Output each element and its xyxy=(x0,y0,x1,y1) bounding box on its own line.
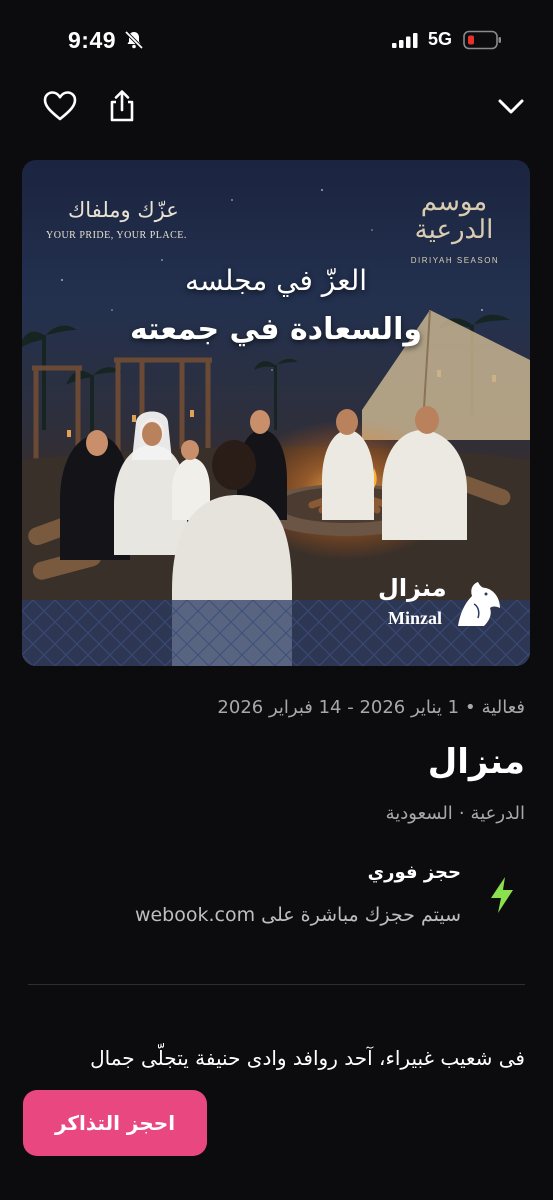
status-time: 9:49 xyxy=(68,27,117,53)
status-bar: 9:49 5G xyxy=(0,0,553,80)
bell-slash-icon xyxy=(124,30,144,50)
event-category: فعالية xyxy=(481,697,525,718)
brand-name-ar: منزال xyxy=(378,574,447,602)
hero-headline-1: العزّ في مجلسه xyxy=(184,264,368,297)
brand-name-en: Minzal xyxy=(388,608,442,628)
diriyah-season-logo-text: موسم الدرعية xyxy=(414,187,494,245)
share-icon xyxy=(110,90,134,122)
location-country: السعودية xyxy=(385,803,453,824)
share-button[interactable] xyxy=(100,84,144,128)
event-title: منزال xyxy=(427,742,525,782)
favorite-button[interactable] xyxy=(38,84,82,128)
lightning-bolt-icon xyxy=(491,877,513,913)
instant-booking-title: حجز فوري xyxy=(367,862,461,883)
event-dates: 1 يناير 2026 - 14 فبراير 2026 xyxy=(217,697,460,718)
signal-icon xyxy=(392,33,418,48)
event-description: فى شعيب غبيراء، آحد روافد وادى حنيفة يتج… xyxy=(90,1046,525,1070)
collapse-button[interactable] xyxy=(489,84,533,128)
heart-icon xyxy=(43,91,77,121)
book-tickets-button[interactable]: احجز التذاكر xyxy=(23,1090,207,1156)
hero-headline-2: والسعادة في جمعته xyxy=(129,312,423,347)
hero-tagline-en: YOUR PRIDE, YOUR PLACE. xyxy=(46,230,187,241)
location-area: الدرعية xyxy=(470,803,525,824)
horse-logo-icon xyxy=(458,582,500,626)
event-meta: فعالية•1 يناير 2026 - 14 فبراير 2026 xyxy=(217,697,525,718)
battery-icon xyxy=(463,30,501,50)
chevron-down-icon xyxy=(498,99,524,114)
hero-image: عزّك وملفاك YOUR PRIDE, YOUR PLACE. موسم… xyxy=(22,160,530,666)
separator-dot: • xyxy=(465,697,476,718)
divider xyxy=(28,984,525,985)
network-type: 5G xyxy=(428,29,453,49)
event-location: الدرعية·السعودية xyxy=(386,803,525,824)
instant-booking-desc: سيتم حجزك مباشرة على webook.com xyxy=(134,904,461,926)
hero-tagline-ar: عزّك وملفاك xyxy=(68,198,179,222)
separator-dot: · xyxy=(458,803,465,824)
